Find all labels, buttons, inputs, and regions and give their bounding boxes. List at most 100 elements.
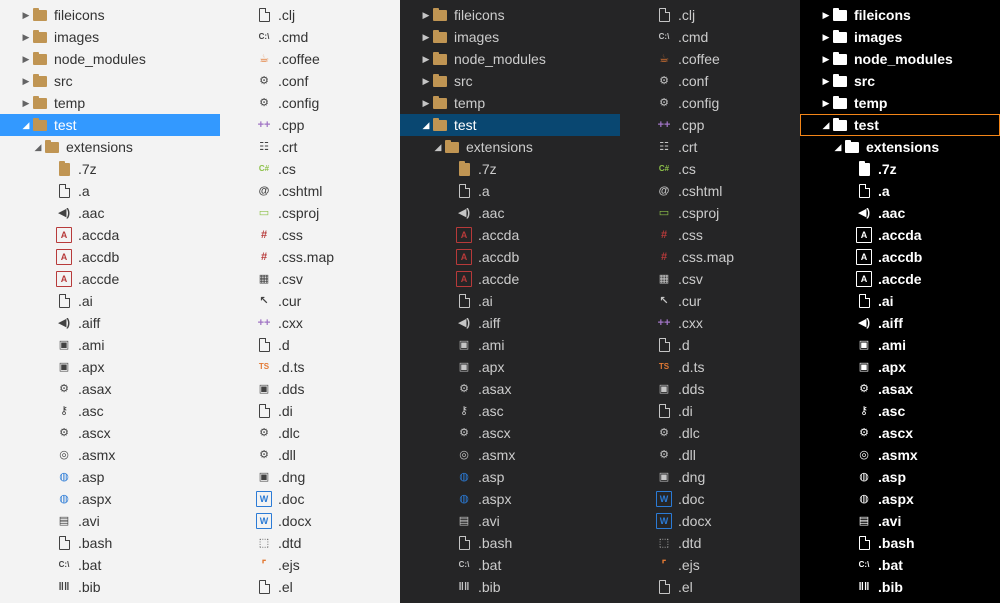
tree-file-row[interactable]: ▣ .dds	[656, 378, 800, 400]
tree-file-row[interactable]: ◀) .aac	[820, 202, 1000, 224]
tree-file-row[interactable]: ⚙ .conf	[656, 70, 800, 92]
tree-file-row[interactable]: # .css	[656, 224, 800, 246]
tree-file-row[interactable]: .di	[656, 400, 800, 422]
chevron-down-icon[interactable]: ◢	[820, 114, 832, 136]
tree-file-row[interactable]: .a	[420, 180, 620, 202]
tree-folder-row[interactable]: ▶ node_modules	[20, 48, 220, 70]
tree-file-row[interactable]: .a	[820, 180, 1000, 202]
tree-file-row[interactable]: ⚙ .ascx	[420, 422, 620, 444]
tree-file-row[interactable]: ▣ .ami	[420, 334, 620, 356]
tree-file-row[interactable]: ⚙ .dll	[256, 444, 400, 466]
tree-file-row[interactable]: ⌜ .ejs	[656, 554, 800, 576]
tree-file-row[interactable]: .el	[256, 576, 400, 598]
tree-file-row[interactable]: ◀) .aiff	[20, 312, 220, 334]
chevron-right-icon[interactable]: ▶	[20, 4, 32, 26]
tree-file-row[interactable]: # .css.map	[256, 246, 400, 268]
tree-file-row[interactable]: ++ .cpp	[656, 114, 800, 136]
tree-file-row[interactable]: ⚙ .ascx	[20, 422, 220, 444]
tree-file-row[interactable]: ☕ .coffee	[656, 48, 800, 70]
tree-folder-row[interactable]: ▶ fileicons	[420, 4, 620, 26]
tree-file-row[interactable]: ▭ .csproj	[656, 202, 800, 224]
tree-folder-row[interactable]: ▶ images	[820, 26, 1000, 48]
tree-folder-row[interactable]: ▶ temp	[20, 92, 220, 114]
tree-file-row[interactable]: ⚙ .dlc	[256, 422, 400, 444]
tree-file-row[interactable]: W .doc	[656, 488, 800, 510]
tree-file-row[interactable]: .a	[20, 180, 220, 202]
tree-file-row[interactable]: ⚙ .asax	[820, 378, 1000, 400]
tree-file-row[interactable]: .bash	[420, 532, 620, 554]
tree-folder-row[interactable]: ▶ temp	[820, 92, 1000, 114]
tree-file-row[interactable]: A .accda	[20, 224, 220, 246]
tree-file-row[interactable]: ▣ .apx	[20, 356, 220, 378]
tree-file-row[interactable]: ◍ .asp	[420, 466, 620, 488]
tree-file-row[interactable]: ◍ .aspx	[820, 488, 1000, 510]
tree-file-row[interactable]: ◍ .asp	[820, 466, 1000, 488]
tree-file-row[interactable]: ⚙ .config	[656, 92, 800, 114]
tree-file-row[interactable]: ⚷ .asc	[420, 400, 620, 422]
tree-file-row[interactable]: A .accda	[820, 224, 1000, 246]
tree-file-row[interactable]: ◎ .asmx	[820, 444, 1000, 466]
tree-folder-row[interactable]: ◢ test	[400, 114, 620, 136]
tree-folder-row[interactable]: ▶ images	[20, 26, 220, 48]
chevron-right-icon[interactable]: ▶	[820, 48, 832, 70]
tree-file-row[interactable]: ◀) .aac	[420, 202, 620, 224]
tree-file-row[interactable]: W .docx	[656, 510, 800, 532]
tree-file-row[interactable]: ⚙ .ascx	[820, 422, 1000, 444]
chevron-right-icon[interactable]: ▶	[20, 48, 32, 70]
chevron-right-icon[interactable]: ▶	[20, 92, 32, 114]
tree-file-row[interactable]: ▣ .dng	[656, 466, 800, 488]
tree-file-row[interactable]: A .accdb	[820, 246, 1000, 268]
tree-file-row[interactable]: ⚷ .asc	[820, 400, 1000, 422]
tree-folder-row[interactable]: ◢ extensions	[20, 136, 220, 158]
tree-file-row[interactable]: ++ .cxx	[256, 312, 400, 334]
tree-file-row[interactable]: .ai	[20, 290, 220, 312]
tree-file-row[interactable]: ⚙ .asax	[420, 378, 620, 400]
tree-file-row[interactable]: ‖‖ .bib	[820, 576, 1000, 598]
tree-folder-row[interactable]: ◢ test	[0, 114, 220, 136]
tree-file-row[interactable]: ▣ .apx	[820, 356, 1000, 378]
tree-file-row[interactable]: ⚙ .dlc	[656, 422, 800, 444]
tree-file-row[interactable]: A .accda	[420, 224, 620, 246]
tree-file-row[interactable]: .ai	[420, 290, 620, 312]
tree-file-row[interactable]: A .accdb	[420, 246, 620, 268]
chevron-right-icon[interactable]: ▶	[420, 70, 432, 92]
tree-file-row[interactable]: C# .cs	[256, 158, 400, 180]
tree-file-row[interactable]: ◎ .asmx	[420, 444, 620, 466]
tree-file-row[interactable]: W .docx	[256, 510, 400, 532]
tree-file-row[interactable]: ▭ .csproj	[256, 202, 400, 224]
tree-folder-row[interactable]: ▶ node_modules	[420, 48, 620, 70]
tree-file-row[interactable]: W .doc	[256, 488, 400, 510]
tree-file-row[interactable]: ++ .cpp	[256, 114, 400, 136]
tree-file-row[interactable]: .7z	[420, 158, 620, 180]
tree-file-row[interactable]: .7z	[820, 158, 1000, 180]
chevron-right-icon[interactable]: ▶	[820, 4, 832, 26]
tree-file-row[interactable]: TS .d.ts	[656, 356, 800, 378]
chevron-down-icon[interactable]: ◢	[420, 114, 432, 136]
tree-file-row[interactable]: C:\ .cmd	[256, 26, 400, 48]
chevron-right-icon[interactable]: ▶	[20, 70, 32, 92]
tree-file-row[interactable]: C:\ .bat	[420, 554, 620, 576]
tree-file-row[interactable]: ⚷ .asc	[20, 400, 220, 422]
tree-file-row[interactable]: ▤ .avi	[20, 510, 220, 532]
tree-folder-row[interactable]: ▶ images	[420, 26, 620, 48]
tree-file-row[interactable]: A .accdb	[20, 246, 220, 268]
tree-file-row[interactable]: .el	[656, 576, 800, 598]
tree-folder-row[interactable]: ◢ test	[800, 114, 1000, 136]
chevron-right-icon[interactable]: ▶	[420, 26, 432, 48]
tree-file-row[interactable]: @ .cshtml	[656, 180, 800, 202]
tree-file-row[interactable]: ⬚ .dtd	[256, 532, 400, 554]
tree-file-row[interactable]: .bash	[820, 532, 1000, 554]
tree-file-row[interactable]: .clj	[256, 4, 400, 26]
tree-file-row[interactable]: ▣ .dng	[256, 466, 400, 488]
tree-file-row[interactable]: .7z	[20, 158, 220, 180]
chevron-right-icon[interactable]: ▶	[820, 70, 832, 92]
tree-folder-row[interactable]: ▶ node_modules	[820, 48, 1000, 70]
tree-file-row[interactable]: ⬚ .dtd	[656, 532, 800, 554]
tree-file-row[interactable]: ⚙ .config	[256, 92, 400, 114]
tree-file-row[interactable]: A .accde	[20, 268, 220, 290]
tree-file-row[interactable]: # .css.map	[656, 246, 800, 268]
tree-file-row[interactable]: ◀) .aiff	[420, 312, 620, 334]
tree-file-row[interactable]: .bash	[20, 532, 220, 554]
chevron-right-icon[interactable]: ▶	[820, 26, 832, 48]
tree-file-row[interactable]: ◀) .aiff	[820, 312, 1000, 334]
